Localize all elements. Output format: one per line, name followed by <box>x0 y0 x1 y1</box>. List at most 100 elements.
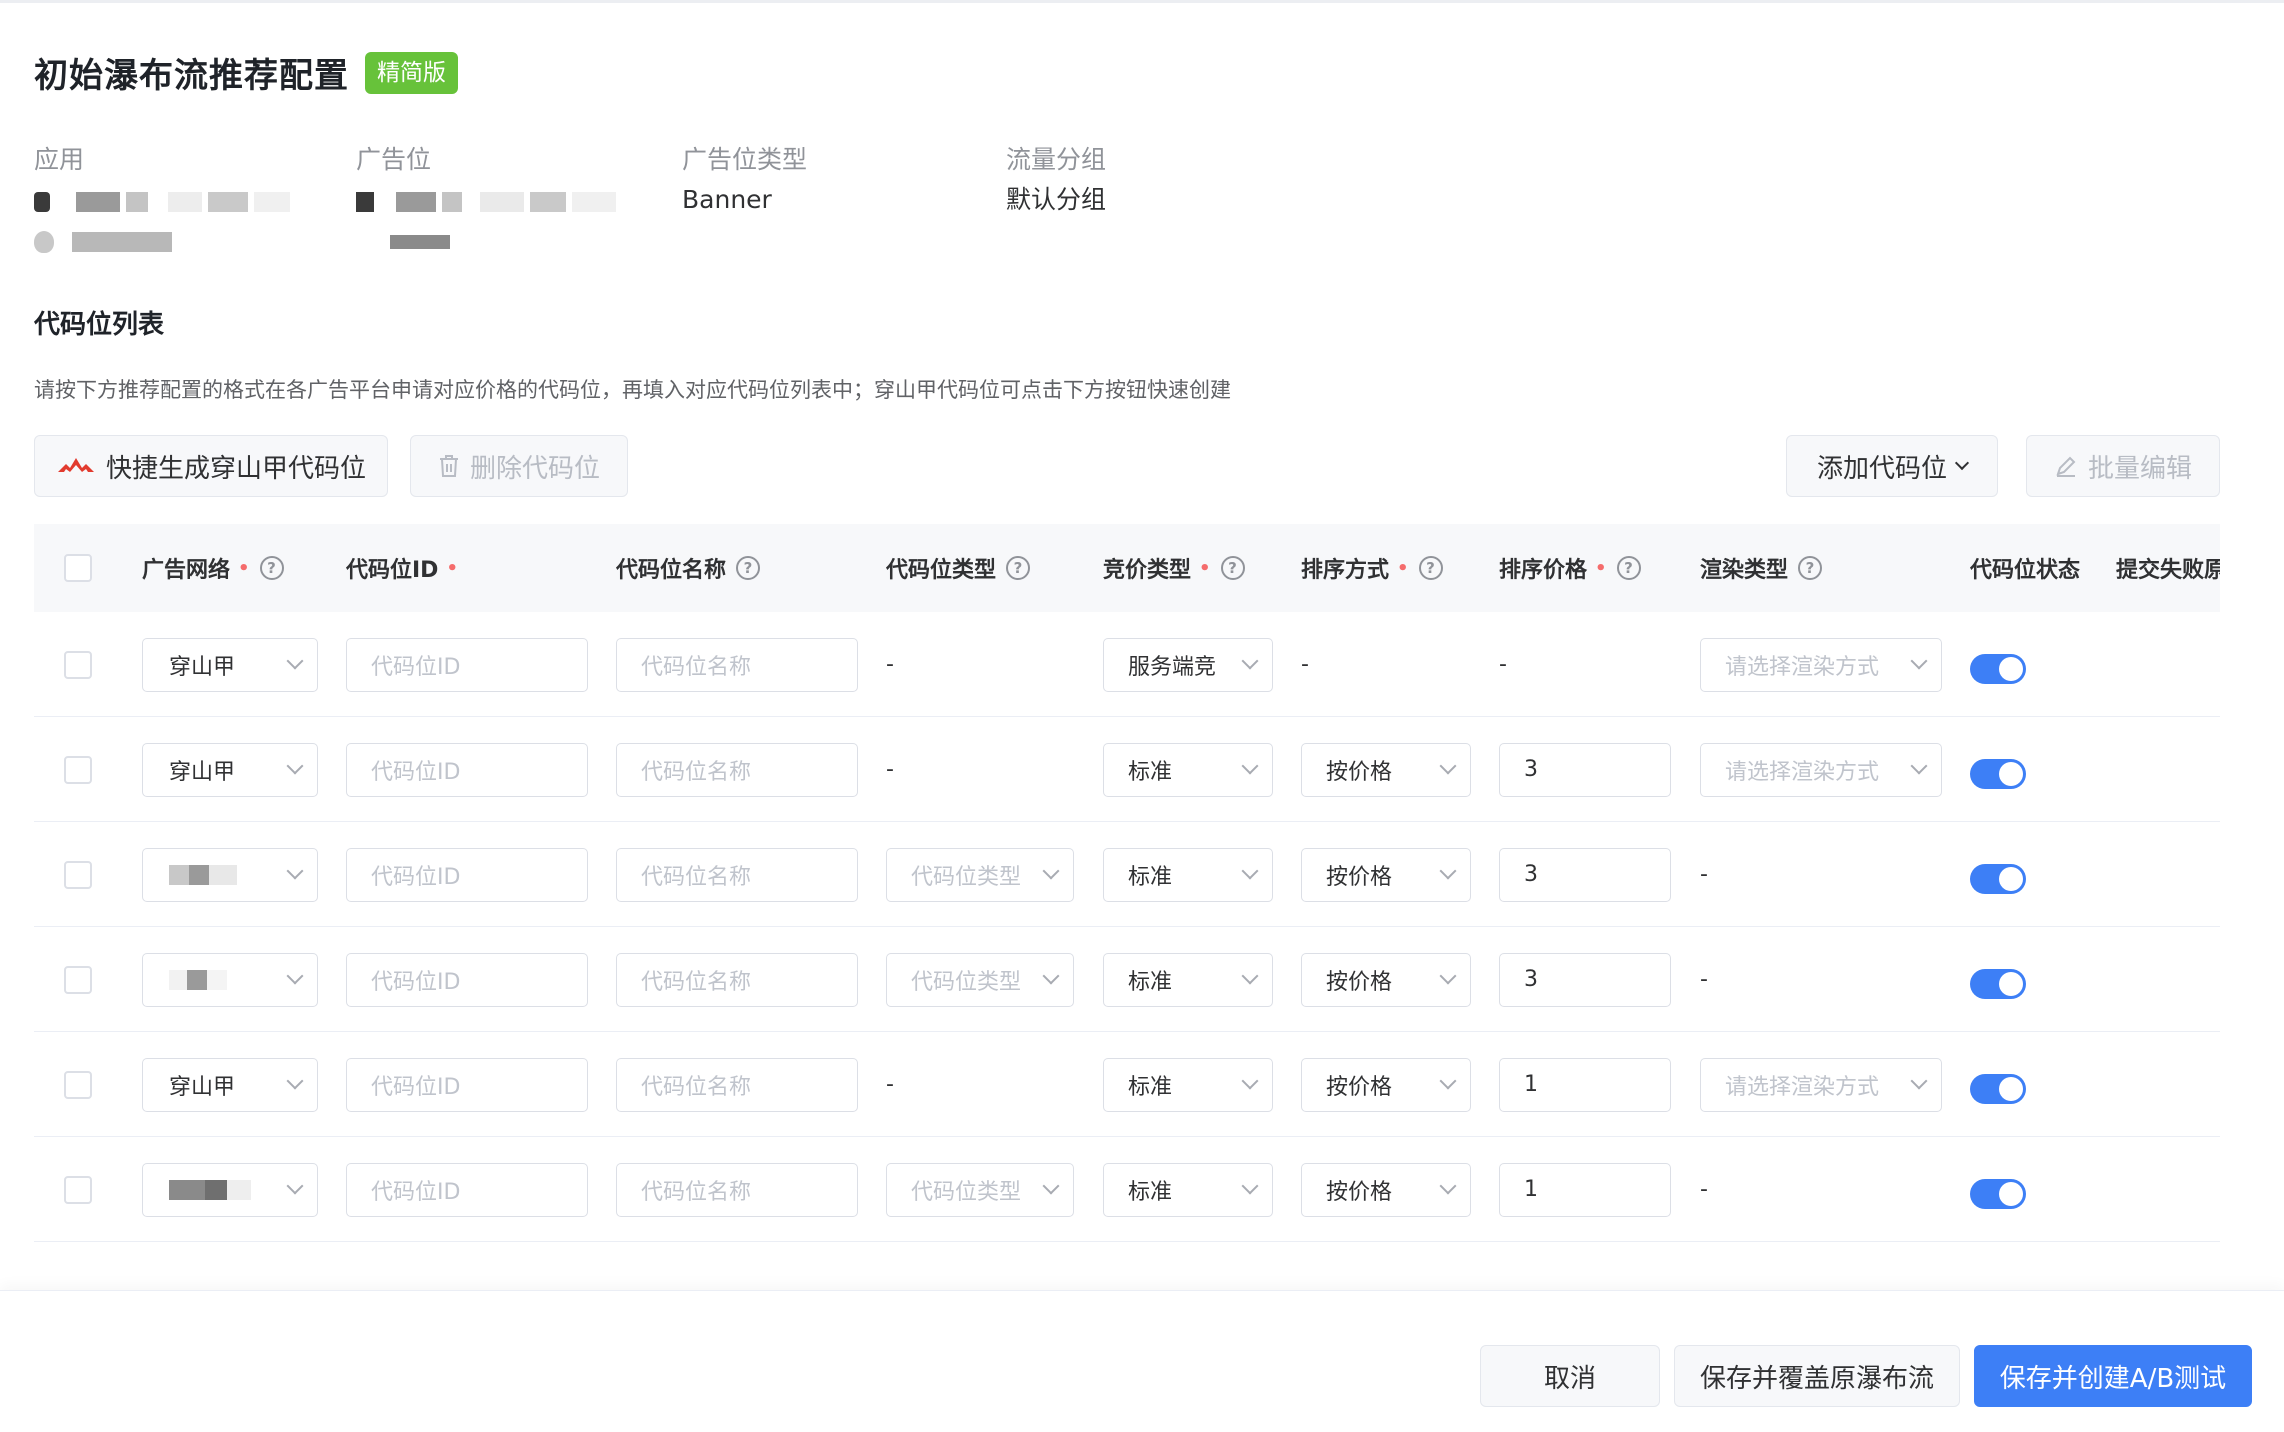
sort-method-value: 按价格 <box>1326 1179 1393 1205</box>
network-select[interactable]: 穿山甲 <box>142 1057 318 1112</box>
code-name-placeholder: 代码位名称 <box>641 864 752 890</box>
bid-type-select[interactable]: 标准 <box>1103 1057 1273 1112</box>
table-row-partial <box>34 1242 2220 1290</box>
status-toggle[interactable] <box>1970 1178 2026 1209</box>
status-toggle[interactable] <box>1970 758 2026 789</box>
sort-price-input[interactable]: 3 <box>1499 847 1671 902</box>
row-checkbox[interactable] <box>64 650 92 679</box>
code-id-input[interactable]: 代码位ID <box>346 952 588 1007</box>
network-redacted <box>169 1179 251 1200</box>
info-adslot: 广告位 <box>356 142 622 262</box>
table-row: 代码位ID 代码位名称 代码位类型 标准 按价格 1 - <box>34 1137 2220 1242</box>
info-adslot-type: 广告位类型 Banner <box>682 142 807 220</box>
bid-type-select[interactable]: 标准 <box>1103 742 1273 797</box>
status-toggle[interactable] <box>1970 1073 2026 1104</box>
delete-code-button[interactable]: 删除代码位 <box>410 435 628 497</box>
row-checkbox[interactable] <box>64 755 92 784</box>
sort-price-input[interactable]: 1 <box>1499 1162 1671 1217</box>
chevron-down-icon <box>1241 1072 1259 1089</box>
code-name-input[interactable]: 代码位名称 <box>616 1057 858 1112</box>
row-checkbox[interactable] <box>64 965 92 994</box>
code-name-input[interactable]: 代码位名称 <box>616 847 858 902</box>
code-type-select[interactable]: 代码位类型 <box>886 847 1074 902</box>
cancel-button[interactable]: 取消 <box>1480 1345 1660 1407</box>
code-type-placeholder: 代码位类型 <box>911 1179 1022 1205</box>
adslot-value-redacted <box>356 182 622 222</box>
sort-price-input[interactable]: 1 <box>1499 1057 1671 1112</box>
add-code-label: 添加代码位 <box>1816 453 1947 484</box>
header-fail-reason-label: 提交失败原 <box>2116 558 2220 583</box>
row-select[interactable] <box>64 612 92 717</box>
help-icon[interactable]: ? <box>1220 556 1245 580</box>
help-icon[interactable]: ? <box>1616 556 1641 580</box>
network-select[interactable] <box>142 952 318 1007</box>
bid-type-select[interactable]: 标准 <box>1103 952 1273 1007</box>
sort-method-select[interactable]: 按价格 <box>1301 742 1471 797</box>
help-icon[interactable]: ? <box>1798 556 1823 580</box>
render-type-select[interactable]: 请选择渲染方式 <box>1700 1057 1942 1112</box>
header-sort-method: 排序方式 • ? <box>1301 524 1443 612</box>
code-name-input[interactable]: 代码位名称 <box>616 742 858 797</box>
code-name-input[interactable]: 代码位名称 <box>616 637 858 692</box>
header-code-name: 代码位名称 ? <box>616 524 761 612</box>
chevron-down-icon <box>1042 1177 1060 1194</box>
header-network: 广告网络 • ? <box>142 524 284 612</box>
code-id-input[interactable]: 代码位ID <box>346 637 588 692</box>
sort-method-value: 按价格 <box>1326 969 1393 995</box>
code-type-select[interactable]: 代码位类型 <box>886 1162 1074 1217</box>
quick-create-button[interactable]: 快捷生成穿山甲代码位 <box>34 435 388 497</box>
render-type-select[interactable]: 请选择渲染方式 <box>1700 742 1942 797</box>
network-select[interactable]: 穿山甲 <box>142 742 318 797</box>
code-id-placeholder: 代码位ID <box>371 1179 461 1205</box>
row-checkbox[interactable] <box>64 860 92 889</box>
bid-type-select[interactable]: 服务端竞 <box>1103 637 1273 692</box>
bid-type-select[interactable]: 标准 <box>1103 1162 1273 1217</box>
row-select[interactable] <box>64 822 92 927</box>
code-type-select[interactable]: 代码位类型 <box>886 952 1074 1007</box>
status-toggle[interactable] <box>1970 653 2026 684</box>
sort-price-input[interactable]: 3 <box>1499 742 1671 797</box>
code-id-input[interactable]: 代码位ID <box>346 847 588 902</box>
code-id-input[interactable]: 代码位ID <box>346 1162 588 1217</box>
code-id-input[interactable]: 代码位ID <box>346 1057 588 1112</box>
code-name-input[interactable]: 代码位名称 <box>616 1162 858 1217</box>
sort-method-select[interactable]: 按价格 <box>1301 952 1471 1007</box>
save-overwrite-button[interactable]: 保存并覆盖原瀑布流 <box>1674 1345 1960 1407</box>
network-select[interactable]: 穿山甲 <box>142 637 318 692</box>
save-ab-test-button[interactable]: 保存并创建A/B测试 <box>1974 1345 2252 1407</box>
row-select[interactable] <box>64 1032 92 1137</box>
network-redacted <box>169 969 227 990</box>
status-toggle[interactable] <box>1970 968 2026 999</box>
select-all-checkbox[interactable] <box>64 554 92 582</box>
sort-price-input[interactable]: 3 <box>1499 952 1671 1007</box>
bid-type-select[interactable]: 标准 <box>1103 847 1273 902</box>
sort-price-value: 3 <box>1524 967 1538 992</box>
row-select[interactable] <box>64 927 92 1032</box>
code-name-placeholder: 代码位名称 <box>641 1074 752 1100</box>
help-icon[interactable]: ? <box>1006 556 1031 580</box>
network-select[interactable] <box>142 1162 318 1217</box>
row-checkbox[interactable] <box>64 1070 92 1099</box>
status-toggle[interactable] <box>1970 863 2026 894</box>
code-name-placeholder: 代码位名称 <box>641 759 752 785</box>
code-id-input[interactable]: 代码位ID <box>346 742 588 797</box>
header-sort-price: 排序价格 • ? <box>1499 524 1641 612</box>
chevron-down-icon <box>1910 757 1928 774</box>
sort-method-value: - <box>1301 652 1309 677</box>
batch-edit-button[interactable]: 批量编辑 <box>2026 435 2220 497</box>
sort-method-select[interactable]: 按价格 <box>1301 847 1471 902</box>
help-icon[interactable]: ? <box>259 556 284 580</box>
help-icon[interactable]: ? <box>736 556 761 580</box>
sort-method-select[interactable]: 按价格 <box>1301 1057 1471 1112</box>
code-type-placeholder: 代码位类型 <box>911 864 1022 890</box>
row-checkbox[interactable] <box>64 1175 92 1204</box>
row-select[interactable] <box>64 1137 92 1242</box>
sort-method-select[interactable]: 按价格 <box>1301 1162 1471 1217</box>
help-icon[interactable]: ? <box>1418 556 1443 580</box>
row-select[interactable] <box>64 717 92 822</box>
code-name-input[interactable]: 代码位名称 <box>616 952 858 1007</box>
network-select[interactable] <box>142 847 318 902</box>
add-code-dropdown[interactable]: 添加代码位 <box>1786 435 1998 497</box>
render-type-select[interactable]: 请选择渲染方式 <box>1700 637 1942 692</box>
header-select-all[interactable] <box>64 524 92 612</box>
